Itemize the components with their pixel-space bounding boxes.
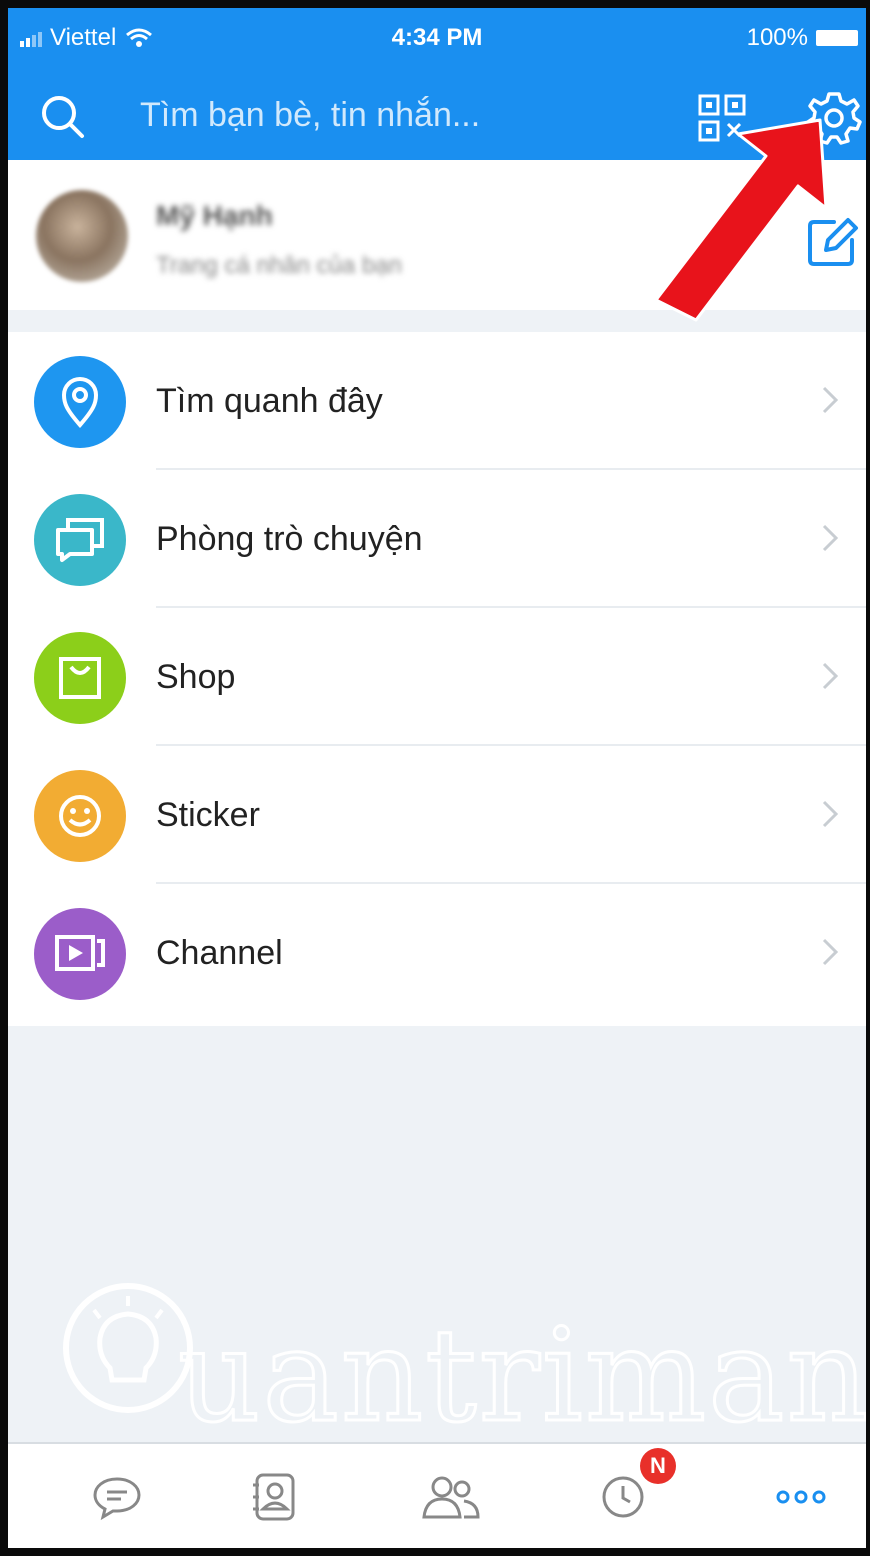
menu-item-chat-rooms[interactable]: Phòng trò chuyện xyxy=(8,470,866,608)
shopping-bag-icon xyxy=(34,632,126,724)
menu-list: Tìm quanh đây Phòng trò chuyện Shop Stic… xyxy=(8,332,866,1022)
contacts-icon xyxy=(253,1473,295,1521)
more-icon xyxy=(776,1490,826,1504)
tab-contacts[interactable] xyxy=(240,1462,310,1532)
menu-item-label: Phòng trò chuyện xyxy=(156,520,423,558)
watermark-text: uantrimang xyxy=(177,1301,870,1453)
timeline-icon xyxy=(602,1476,644,1518)
chevron-right-icon xyxy=(822,386,839,414)
menu-item-sticker[interactable]: Sticker xyxy=(8,746,866,884)
menu-item-channel[interactable]: Channel xyxy=(8,884,866,1022)
notification-badge: N xyxy=(640,1448,676,1484)
tab-groups[interactable] xyxy=(416,1462,486,1532)
video-channel-icon xyxy=(34,908,126,1000)
bottom-tab-bar: N xyxy=(8,1442,866,1548)
menu-item-label: Tìm quanh đây xyxy=(156,382,383,420)
menu-item-label: Channel xyxy=(156,934,283,972)
chevron-right-icon xyxy=(822,938,839,966)
menu-item-label: Shop xyxy=(156,658,236,696)
chevron-right-icon xyxy=(822,800,839,828)
tab-messages[interactable] xyxy=(82,1462,152,1532)
chat-room-icon xyxy=(34,494,126,586)
phone-screen: Viettel 4:34 PM 100% Tìm bạn bè, tin nhắ… xyxy=(0,0,870,1556)
smiley-icon xyxy=(34,770,126,862)
messages-icon xyxy=(93,1477,141,1521)
menu-item-label: Sticker xyxy=(156,796,260,834)
chevron-right-icon xyxy=(822,524,839,552)
lightbulb-logo-icon xyxy=(63,1283,193,1413)
chevron-right-icon xyxy=(822,662,839,690)
menu-item-shop[interactable]: Shop xyxy=(8,608,866,746)
tab-more[interactable] xyxy=(766,1462,836,1532)
groups-icon xyxy=(422,1476,480,1519)
location-pin-icon xyxy=(34,356,126,448)
red-arrow-annotation xyxy=(654,118,828,322)
menu-item-nearby[interactable]: Tìm quanh đây xyxy=(8,332,866,470)
